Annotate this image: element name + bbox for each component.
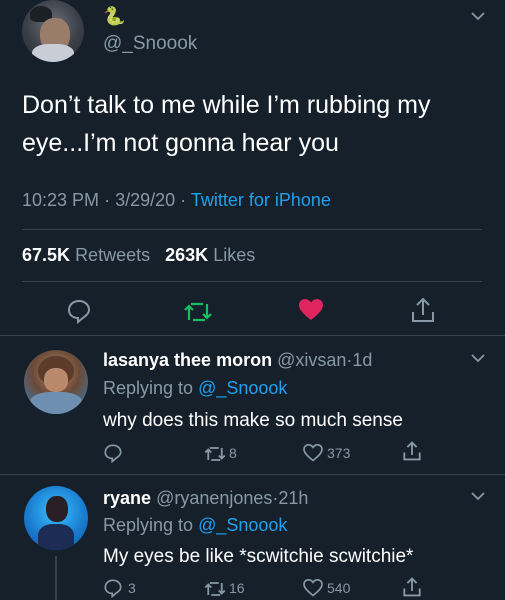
reply-header: ryane @ryanenjones·21h: [103, 488, 308, 509]
replying-handle[interactable]: @_Snoook: [198, 378, 287, 398]
reply-icon[interactable]: [103, 578, 123, 598]
tweet-text-line-2: eye...I’m not gonna hear you: [22, 129, 339, 157]
reply-age[interactable]: 1d: [352, 350, 372, 370]
reply-avatar[interactable]: [24, 350, 88, 414]
meta-dot: ·: [180, 190, 187, 210]
replying-label: Replying to: [103, 378, 194, 398]
chevron-down-icon[interactable]: [470, 352, 486, 364]
retweet-icon[interactable]: [203, 580, 227, 598]
like-heart-icon[interactable]: [303, 444, 323, 462]
reply-header: lasanya thee moron @xivsan·1d: [103, 350, 372, 371]
reply-author-handle[interactable]: @ryanenjones: [156, 488, 272, 508]
retweet-count: 8: [229, 445, 237, 461]
tweet-stats: 67.5K Retweets 263K Likes: [22, 245, 255, 266]
divider: [22, 281, 482, 282]
retweets-count: 67.5K: [22, 245, 71, 265]
retweet-icon[interactable]: [183, 300, 213, 324]
author-handle[interactable]: @_Snoook: [103, 33, 197, 55]
reply-author-name[interactable]: ryane: [103, 488, 151, 508]
author-avatar[interactable]: [22, 0, 84, 62]
tweet-date[interactable]: 3/29/20: [115, 190, 175, 210]
author-emoji-name: 🐍: [103, 6, 126, 26]
share-icon[interactable]: [402, 440, 422, 462]
reply-text: My eyes be like *scwitchie scwitchie*: [103, 546, 414, 567]
replying-label: Replying to: [103, 515, 194, 535]
likes-stat[interactable]: 263K Likes: [165, 245, 255, 265]
chevron-down-icon[interactable]: [470, 10, 486, 22]
reply-author-handle[interactable]: @xivsan: [277, 350, 346, 370]
likes-count: 263K: [165, 245, 209, 265]
reply-icon[interactable]: [103, 443, 123, 463]
like-heart-icon[interactable]: [303, 579, 323, 597]
chevron-down-icon[interactable]: [470, 490, 486, 502]
like-heart-icon[interactable]: [298, 298, 324, 322]
retweet-count: 16: [229, 580, 245, 596]
share-icon[interactable]: [402, 576, 422, 598]
like-count: 373: [327, 445, 351, 461]
divider: [22, 229, 482, 230]
divider: [0, 474, 505, 475]
like-count: 540: [327, 580, 351, 596]
replying-handle[interactable]: @_Snoook: [198, 515, 287, 535]
replying-to: Replying to @_Snoook: [103, 515, 287, 536]
tweet-meta: 10:23 PM · 3/29/20 · Twitter for iPhone: [22, 190, 331, 211]
reply-icon[interactable]: [66, 298, 92, 324]
share-icon[interactable]: [410, 296, 436, 324]
retweets-label: Retweets: [75, 245, 151, 265]
retweets-stat[interactable]: 67.5K Retweets: [22, 245, 155, 265]
retweet-icon[interactable]: [203, 445, 227, 463]
tweet-text-line-1: Don’t talk to me while I’m rubbing my: [22, 91, 431, 119]
tweet-source[interactable]: Twitter for iPhone: [191, 190, 331, 210]
thread-line: [55, 556, 57, 600]
reply-count: 3: [128, 580, 136, 596]
replying-to: Replying to @_Snoook: [103, 378, 287, 399]
likes-label: Likes: [213, 245, 256, 265]
reply-age[interactable]: 21h: [278, 488, 308, 508]
reply-avatar[interactable]: [24, 486, 88, 550]
divider: [0, 335, 505, 336]
reply-author-name[interactable]: lasanya thee moron: [103, 350, 272, 370]
meta-dot: ·: [104, 190, 111, 210]
tweet-time: 10:23 PM: [22, 190, 100, 210]
reply-text: why does this make so much sense: [103, 410, 403, 431]
